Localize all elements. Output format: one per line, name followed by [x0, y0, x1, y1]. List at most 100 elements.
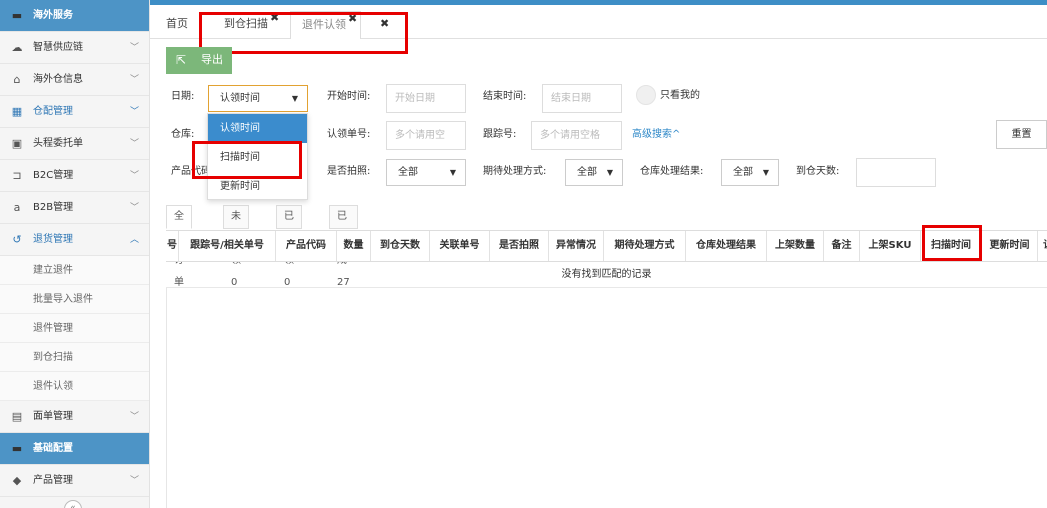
status-tab-all[interactable]: 全部订单	[166, 205, 192, 288]
export-label: 导出	[201, 54, 223, 66]
status-tab-completed[interactable]: 已完成27	[329, 205, 358, 288]
sidebar-item-label: 海外服务	[33, 10, 73, 21]
warehouse-result-label: 仓库处理结果:	[640, 166, 704, 177]
only-mine-radio[interactable]	[636, 85, 656, 105]
column-header[interactable]: 数量	[337, 231, 371, 261]
empty-table-message: 没有找到匹配的记录	[166, 262, 1047, 288]
column-header[interactable]: 期待处理方式	[604, 231, 686, 261]
column-header[interactable]: 关联单号	[430, 231, 490, 261]
sidebar-item-b2b[interactable]: a B2B管理 ﹀	[0, 192, 149, 224]
caret-down-icon: ▼	[449, 168, 456, 177]
status-tab-claimed[interactable]: 已认领0	[276, 205, 302, 288]
caret-down-icon: ▼	[606, 168, 613, 177]
chevron-down-icon: ﹀	[129, 476, 139, 486]
document-icon: ▤	[11, 410, 23, 423]
date-type-value: 认领时间	[220, 93, 260, 104]
column-header[interactable]: 到仓天数	[371, 231, 430, 261]
sidebar-subitem-arrival-scan[interactable]: 到仓扫描	[0, 343, 149, 372]
column-header[interactable]: 上架SKU	[860, 231, 921, 261]
app-root: ▬ 海外服务 ☁ 智慧供应链 ﹀ ⌂ 海外仓信息 ﹀ ▦ 仓配管理 ﹀ ▣ 头程…	[0, 0, 1047, 508]
chevron-down-icon: ﹀	[129, 203, 139, 213]
sidebar: ▬ 海外服务 ☁ 智慧供应链 ﹀ ⌂ 海外仓信息 ﹀ ▦ 仓配管理 ﹀ ▣ 头程…	[0, 0, 150, 508]
folder-icon: ▬	[11, 442, 23, 455]
column-header[interactable]: 号	[166, 231, 179, 261]
tracking-input[interactable]: 多个请用空格	[531, 121, 622, 150]
column-header[interactable]: 异常情况	[549, 231, 604, 261]
chevron-down-icon: ﹀	[129, 107, 139, 117]
sidebar-item-warehouse-info[interactable]: ⌂ 海外仓信息 ﹀	[0, 64, 149, 96]
folder-icon: ▬	[11, 9, 23, 22]
sidebar-item-first-leg[interactable]: ▣ 头程委托单 ﹀	[0, 128, 149, 160]
column-header[interactable]: 更新时间	[982, 231, 1038, 261]
sidebar-item-b2c[interactable]: ⊐ B2C管理 ﹀	[0, 160, 149, 192]
highlight-box-scan-option	[192, 141, 302, 179]
start-date-input[interactable]: 开始日期	[386, 84, 466, 113]
sidebar-item-label: 头程委托单	[33, 138, 83, 149]
chevron-down-icon: ﹀	[129, 139, 139, 149]
caret-down-icon: ▼	[762, 168, 769, 177]
cloud-icon: ☁	[11, 41, 23, 54]
table-body	[166, 288, 1047, 508]
collapse-sidebar-icon[interactable]: «	[64, 500, 82, 508]
photo-select[interactable]: 全部 ▼	[386, 159, 466, 186]
claim-no-input[interactable]: 多个请用空	[386, 121, 466, 150]
chevron-down-icon: ﹀	[129, 171, 139, 181]
advanced-search-link[interactable]: 高级搜索^	[632, 122, 680, 148]
sidebar-item-returns[interactable]: ↺ 退货管理 ︿	[0, 224, 149, 256]
undo-icon: ↺	[12, 233, 22, 246]
warehouse-label: 仓库:	[171, 129, 195, 140]
start-time-label: 开始时间:	[327, 91, 371, 102]
chevron-down-icon: ﹀	[129, 75, 139, 85]
tab-home[interactable]: 首页	[166, 11, 188, 39]
sidebar-item-label: 智慧供应链	[33, 42, 83, 53]
sidebar-item-supply-chain[interactable]: ☁ 智慧供应链 ﹀	[0, 32, 149, 64]
column-header[interactable]: 上架数量	[767, 231, 824, 261]
sidebar-item-basic-config[interactable]: ▬ 基础配置	[0, 433, 149, 465]
amazon-icon: a	[13, 201, 21, 214]
grid-icon: ▦	[11, 105, 23, 118]
highlight-box-scan-column	[922, 225, 982, 261]
status-tab-unclaimed[interactable]: 未认领0	[223, 205, 249, 288]
sidebar-item-label: 基础配置	[33, 443, 73, 454]
export-button[interactable]: ⇱ 导出	[166, 47, 232, 74]
sidebar-item-label: 退货管理	[33, 234, 73, 245]
table-header: 号 跟踪号/相关单号 产品代码 数量 到仓天数 关联单号 是否拍照 异常情况 期…	[166, 230, 1047, 262]
tab-label: 首页	[166, 17, 188, 30]
date-label: 日期:	[171, 91, 195, 102]
sidebar-item-product-manage[interactable]: ◆ 产品管理 ﹀	[0, 465, 149, 497]
caret-down-icon: ▼	[291, 94, 298, 103]
warehouse-result-value: 全部	[733, 167, 753, 178]
date-option-claim-time[interactable]: 认领时间	[208, 114, 307, 143]
column-header[interactable]: 认	[1038, 231, 1047, 261]
sidebar-item-label: B2B管理	[33, 202, 74, 213]
sidebar-item-distribution[interactable]: ▦ 仓配管理 ﹀	[0, 96, 149, 128]
reset-button[interactable]: 重置	[996, 120, 1047, 149]
column-header[interactable]: 产品代码	[276, 231, 337, 261]
column-header[interactable]: 跟踪号/相关单号	[179, 231, 276, 261]
sidebar-item-overseas-service[interactable]: ▬ 海外服务	[0, 0, 149, 32]
date-type-select[interactable]: 认领时间 ▼	[208, 85, 308, 112]
sidebar-item-label-manage[interactable]: ▤ 面单管理 ﹀	[0, 401, 149, 433]
column-header[interactable]: 仓库处理结果	[686, 231, 767, 261]
column-header[interactable]: 备注	[824, 231, 860, 261]
pending-method-select[interactable]: 全部 ▼	[565, 159, 623, 186]
briefcase-icon: ▣	[11, 137, 23, 150]
home-icon: ⌂	[13, 73, 21, 86]
column-header[interactable]: 是否拍照	[490, 231, 549, 261]
end-date-input[interactable]: 结束日期	[542, 84, 622, 113]
tracking-label: 跟踪号:	[483, 129, 517, 140]
sidebar-item-label: B2C管理	[33, 170, 74, 181]
sidebar-subitem-return-claim[interactable]: 退件认领	[0, 372, 149, 401]
arrival-days-input[interactable]	[856, 158, 936, 187]
pending-method-value: 全部	[577, 167, 597, 178]
chevron-down-icon: ﹀	[129, 43, 139, 53]
warehouse-result-select[interactable]: 全部 ▼	[721, 159, 779, 186]
photo-label: 是否拍照:	[327, 166, 371, 177]
end-time-label: 结束时间:	[483, 91, 527, 102]
sidebar-subitem-batch-import[interactable]: 批量导入退件	[0, 285, 149, 314]
export-icon: ⇱	[176, 53, 187, 67]
claim-no-label: 认领单号:	[327, 129, 371, 140]
sidebar-subitem-return-manage[interactable]: 退件管理	[0, 314, 149, 343]
sidebar-subitem-create-return[interactable]: 建立退件	[0, 256, 149, 285]
pending-method-label: 期待处理方式:	[483, 166, 547, 177]
